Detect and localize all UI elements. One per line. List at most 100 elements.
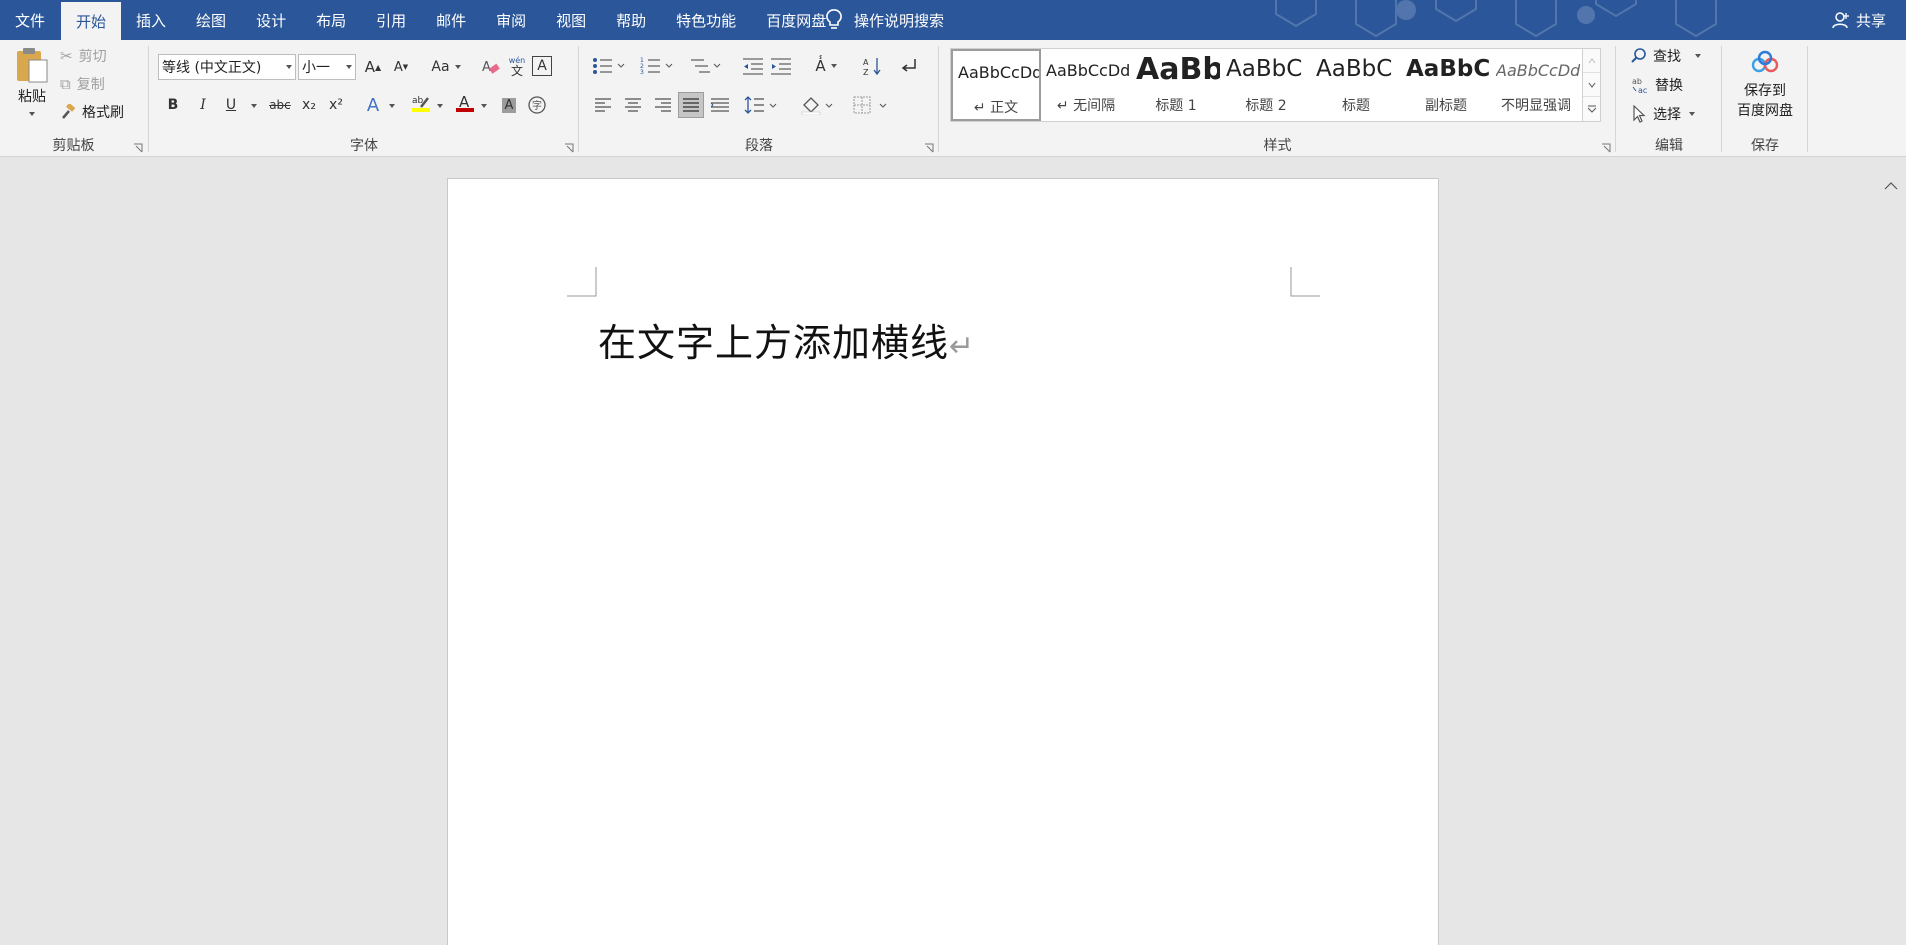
tab-review[interactable]: 审阅 [481,0,541,40]
paste-dropdown-caret[interactable] [29,112,35,116]
tell-me-search[interactable]: 操作说明搜索 [826,0,944,40]
shrink-font-icon: A [393,59,403,75]
paste-button[interactable]: 粘贴 [10,46,54,116]
tab-draw[interactable]: 绘图 [181,0,241,40]
bold-button[interactable]: B [162,94,184,116]
baidu-cloud-icon [1751,50,1779,73]
align-left-icon[interactable] [594,96,612,114]
distributed-icon[interactable] [710,96,730,114]
person-add-icon [1832,12,1849,29]
tab-mailings[interactable]: 邮件 [421,0,481,40]
replace-label: 替换 [1655,78,1683,94]
dialog-launcher-icon[interactable] [924,143,934,153]
superscript-button[interactable]: x² [325,94,347,116]
character-shading-button[interactable]: A [498,94,520,116]
font-color-icon: A [456,93,474,112]
paste-icon [17,48,48,83]
document-paragraph[interactable]: 在文字上方添加横线↵ [598,312,975,367]
character-border-button[interactable]: A [532,56,552,76]
svg-text:3: 3 [640,69,644,76]
tab-help[interactable]: 帮助 [601,0,661,40]
sort-button[interactable]: AZ [862,55,884,77]
tab-references[interactable]: 引用 [361,0,421,40]
shading-bucket-icon[interactable] [800,95,836,115]
lightbulb-icon [826,9,842,29]
numbering-icon[interactable]: 123 [640,56,674,76]
save-to-baidu-netdisk-button[interactable]: 保存到 百度网盘 [1723,50,1807,120]
font-color-button[interactable]: A [454,92,476,114]
divider [1721,46,1722,152]
tab-design[interactable]: 设计 [241,0,301,40]
menu-bar: 文件 开始 插入 绘图 设计 布局 引用 邮件 审阅 视图 帮助 特色功能 百度… [0,0,1906,40]
italic-button[interactable]: I [192,94,214,116]
grow-font-button[interactable]: A ▲ [362,56,384,78]
character-border-icon: A [537,58,547,74]
find-dropdown-caret[interactable] [1695,54,1701,58]
highlight-dropdown-caret[interactable] [437,104,443,108]
save-group: 保存到 百度网盘 保存 [1723,40,1807,157]
shrink-font-button[interactable]: A ▼ [390,56,412,78]
sort-icon: AZ [863,58,881,76]
increase-indent-icon[interactable] [770,56,792,76]
underline-dropdown-caret[interactable] [251,104,257,108]
replace-icon: ab ac [1632,77,1647,94]
tab-insert[interactable]: 插入 [121,0,181,40]
divider [938,46,939,152]
change-case-button[interactable]: Aa [428,56,464,78]
justify-button[interactable] [678,92,704,118]
bullets-icon[interactable] [592,56,626,76]
highlight-button[interactable]: ab [410,92,432,114]
save-to-label-line1: 保存到 [1744,83,1786,99]
dialog-launcher-icon[interactable] [564,143,574,153]
underline-button[interactable]: U [220,94,242,116]
margin-corner-top-left [567,267,597,297]
font-group: 等线 (中文正文) 小一 A ▲ A ▼ Aa A wén 文 A B I U … [150,40,578,157]
save-group-label: 保存 [1751,138,1779,154]
paintbrush-icon [62,104,76,119]
svg-text:ab: ab [1632,77,1642,86]
svg-text:Z: Z [863,68,869,76]
subscript-button[interactable]: x₂ [298,94,320,116]
find-button[interactable]: 查找 [1631,46,1701,66]
replace-button[interactable]: ab ac 替换 [1631,75,1683,95]
strikethrough-button[interactable]: abc [266,94,294,116]
tab-layout[interactable]: 布局 [301,0,361,40]
copy-label: 复制 [76,77,105,93]
line-spacing-icon[interactable] [744,95,780,115]
select-button[interactable]: 选择 [1631,104,1695,124]
align-right-icon[interactable] [654,96,672,114]
paste-label: 粘贴 [18,89,46,105]
font-name-select[interactable]: 等线 (中文正文) [158,54,296,80]
editing-group-label: 编辑 [1655,138,1683,154]
phonetic-guide-button[interactable]: wén 文 [506,56,528,78]
tab-special-features[interactable]: 特色功能 [661,0,751,40]
font-color-dropdown-caret[interactable] [481,104,487,108]
document-page[interactable]: 在文字上方添加横线↵ [447,178,1439,945]
tab-file[interactable]: 文件 [0,0,61,40]
format-painter-button[interactable]: 格式刷 [60,102,124,122]
align-center-icon[interactable] [624,96,642,114]
chinese-layout-button[interactable]: A̾ [808,55,844,77]
share-button[interactable]: 共享 [1832,0,1886,40]
search-icon [1631,48,1646,63]
decrease-indent-icon[interactable] [742,56,764,76]
text-effects-icon: A [366,94,380,116]
share-label: 共享 [1855,11,1886,30]
collapse-ribbon-icon[interactable] [1884,181,1898,191]
enclose-characters-button[interactable]: 字 [526,94,548,116]
clear-formatting-button[interactable]: A [480,56,502,78]
font-size-select[interactable]: 小一 [298,54,356,80]
select-dropdown-caret[interactable] [1689,112,1695,116]
dialog-launcher-icon[interactable] [1601,143,1611,153]
phonetic-guide-bottom: 文 [510,64,523,78]
dialog-launcher-icon[interactable] [133,143,143,153]
cut-button[interactable]: ✂ 剪切 [60,46,107,66]
tab-view[interactable]: 视图 [541,0,601,40]
show-formatting-marks-button[interactable] [898,55,920,77]
text-effects-button[interactable]: A [362,94,384,116]
text-effects-dropdown-caret[interactable] [389,104,395,108]
tab-home[interactable]: 开始 [61,2,122,40]
multilevel-list-icon[interactable] [688,56,722,76]
copy-button[interactable]: ⧉ 复制 [60,74,105,94]
borders-icon[interactable] [852,95,892,115]
